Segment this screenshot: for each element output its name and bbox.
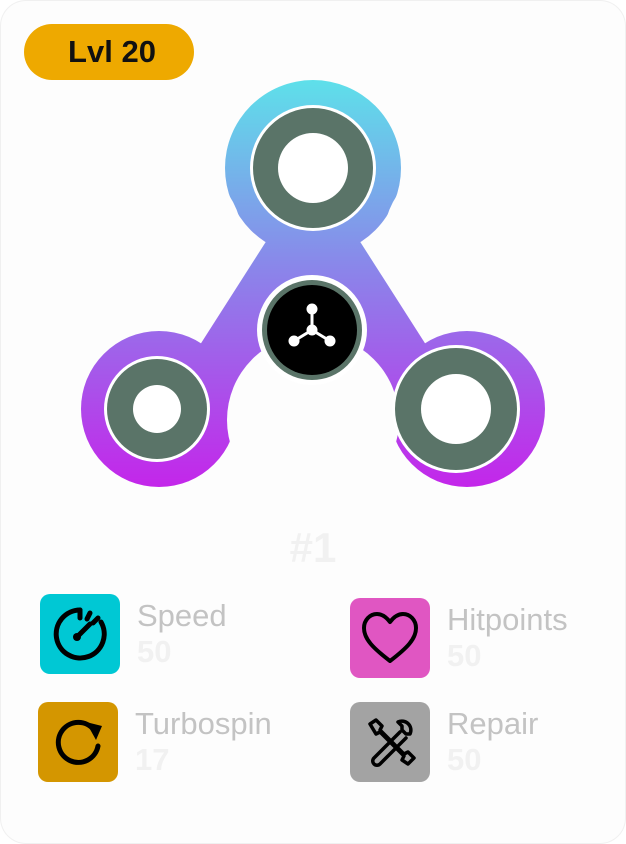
stat-hitpoints: Hitpoints 50 bbox=[350, 598, 610, 682]
turbospin-label: Turbospin bbox=[135, 706, 272, 741]
speedometer-icon bbox=[53, 607, 107, 661]
repair-label: Repair bbox=[447, 706, 539, 741]
repair-tile[interactable] bbox=[350, 702, 430, 782]
tools-icon bbox=[368, 718, 416, 767]
stat-turbospin: Turbospin 17 bbox=[38, 702, 298, 786]
bearing-top bbox=[250, 105, 376, 231]
bearing-left bbox=[104, 356, 210, 462]
stat-repair: Repair 50 bbox=[350, 702, 610, 786]
bearing-right bbox=[392, 345, 520, 473]
refresh-icon bbox=[55, 719, 102, 765]
speed-value: 50 bbox=[137, 634, 172, 669]
spinner-card: Lvl 20 #1 Speed 50 Hitpoints 50 Turbospi… bbox=[0, 0, 626, 844]
hitpoints-tile[interactable] bbox=[350, 598, 430, 678]
turbospin-tile[interactable] bbox=[38, 702, 118, 782]
stat-speed: Speed 50 bbox=[40, 594, 300, 678]
repair-value: 50 bbox=[447, 742, 482, 777]
speed-tile[interactable] bbox=[40, 594, 120, 674]
hitpoints-label: Hitpoints bbox=[447, 602, 568, 637]
rank-label: #1 bbox=[289, 524, 337, 571]
speed-label: Speed bbox=[137, 598, 227, 633]
turbospin-value: 17 bbox=[135, 742, 170, 777]
hitpoints-value: 50 bbox=[447, 638, 482, 673]
fidget-spinner[interactable] bbox=[0, 0, 626, 520]
heart-icon bbox=[362, 612, 418, 663]
